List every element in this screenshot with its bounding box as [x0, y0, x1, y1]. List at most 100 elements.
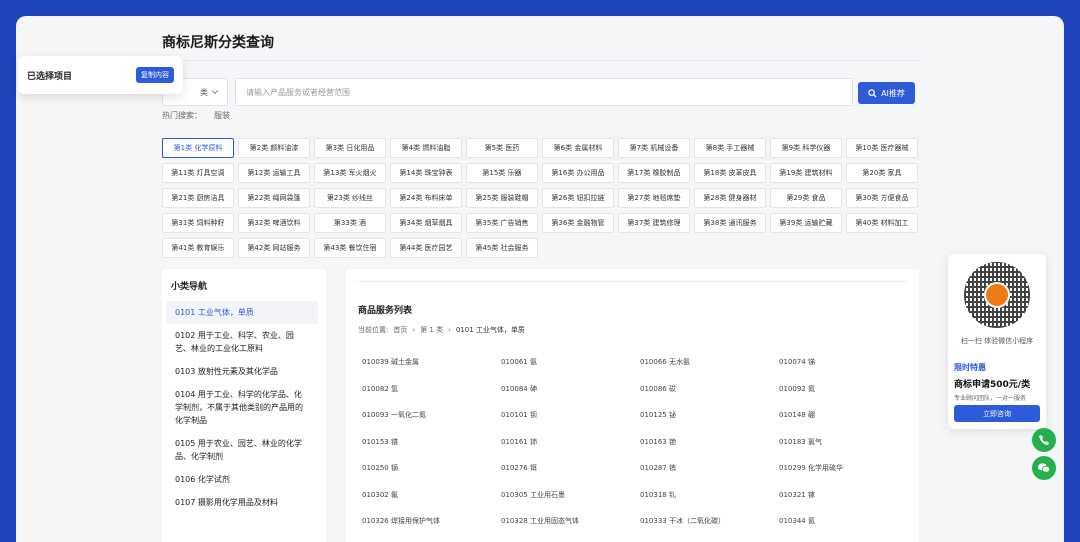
class-button[interactable]: 第6类 金属材料	[542, 138, 614, 158]
class-button[interactable]: 第15类 乐器	[466, 163, 538, 183]
class-button[interactable]: 第33类 酒	[314, 213, 386, 233]
hot-search-term[interactable]: 服装	[214, 110, 230, 121]
class-button[interactable]: 第40类 材料加工	[846, 213, 918, 233]
phone-button[interactable]	[1032, 428, 1056, 452]
goods-item[interactable]: 010084 砷	[501, 376, 640, 403]
class-button[interactable]: 第32类 啤酒饮料	[238, 213, 310, 233]
subclass-nav-item[interactable]: 0107 摄影用化学用品及材料	[166, 491, 318, 514]
class-button[interactable]: 第9类 科学仪器	[770, 138, 842, 158]
class-button[interactable]: 第34类 烟草烟具	[390, 213, 462, 233]
class-button[interactable]: 第29类 食品	[770, 188, 842, 208]
consult-button[interactable]: 立即咨询	[954, 405, 1040, 422]
class-button[interactable]: 第12类 运输工具	[238, 163, 310, 183]
class-button[interactable]: 第17类 橡胶制品	[618, 163, 690, 183]
class-button[interactable]: 第4类 燃料油脂	[390, 138, 462, 158]
breadcrumb-separator-icon: ›	[412, 326, 416, 334]
class-button[interactable]: 第27类 地毯席垫	[618, 188, 690, 208]
goods-item[interactable]: 010183 氯气	[779, 429, 918, 456]
class-button[interactable]: 第36类 金融物管	[542, 213, 614, 233]
class-button[interactable]: 第31类 饲料种籽	[162, 213, 234, 233]
class-button[interactable]: 第23类 纱线丝	[314, 188, 386, 208]
class-button[interactable]: 第20类 家具	[846, 163, 918, 183]
goods-item[interactable]: 010299 化学用硫华	[779, 455, 918, 482]
breadcrumb-home[interactable]: 首页	[393, 325, 407, 335]
page-title: 商标尼斯分类查询	[162, 35, 274, 51]
class-button[interactable]: 第1类 化学原料	[162, 138, 234, 158]
goods-item[interactable]: 010276 铒	[501, 455, 640, 482]
class-button[interactable]: 第22类 绳网袋篷	[238, 188, 310, 208]
class-button[interactable]: 第5类 医药	[466, 138, 538, 158]
class-button[interactable]: 第41类 教育娱乐	[162, 238, 234, 258]
class-button[interactable]: 第14类 珠宝钟表	[390, 163, 462, 183]
class-button[interactable]: 第45类 社会服务	[466, 238, 538, 258]
goods-item[interactable]: 010328 工业用固态气体	[501, 508, 640, 535]
class-button[interactable]: 第10类 医疗器械	[846, 138, 918, 158]
goods-item[interactable]: 010321 镓	[779, 482, 918, 509]
chevron-down-icon	[211, 90, 219, 95]
class-button[interactable]: 第43类 餐饮住宿	[314, 238, 386, 258]
goods-item[interactable]: 010153 镨	[362, 429, 501, 456]
search-input[interactable]: 请输入产品服务或者经营范围	[235, 78, 853, 106]
goods-item[interactable]: 010344 氦	[779, 508, 918, 535]
goods-item[interactable]: 010326 焊接用保护气体	[362, 508, 501, 535]
goods-item[interactable]: 010066 无水氨	[640, 349, 779, 376]
ai-recommend-label: AI推荐	[881, 88, 905, 98]
goods-item[interactable]: 010092 氮	[779, 376, 918, 403]
class-button[interactable]: 第16类 办公用品	[542, 163, 614, 183]
wechat-button[interactable]	[1032, 456, 1056, 480]
subclass-nav-item[interactable]: 0103 放射性元素及其化学品	[166, 360, 318, 383]
class-button[interactable]: 第37类 建筑修理	[618, 213, 690, 233]
goods-title: 商品服务列表	[358, 306, 413, 316]
class-button[interactable]: 第35类 广告销售	[466, 213, 538, 233]
class-button[interactable]: 第21类 厨房洁具	[162, 188, 234, 208]
goods-item[interactable]: 010287 铕	[640, 455, 779, 482]
class-button[interactable]: 第19类 建筑材料	[770, 163, 842, 183]
class-button[interactable]: 第26类 钮扣拉链	[542, 188, 614, 208]
goods-item[interactable]: 010305 工业用石墨	[501, 482, 640, 509]
goods-item[interactable]: 010318 钆	[640, 482, 779, 509]
subclass-nav-item[interactable]: 0105 用于农业、园艺、林业的化学品、化学制剂	[166, 432, 318, 468]
goods-item[interactable]: 010061 氨	[501, 349, 640, 376]
breadcrumb-label: 当前位置:	[358, 326, 389, 334]
class-button[interactable]: 第8类 手工器械	[694, 138, 766, 158]
goods-item[interactable]: 010125 铋	[640, 402, 779, 429]
class-button[interactable]: 第18类 皮革皮具	[694, 163, 766, 183]
hot-search-row: 热门搜索： 服装	[162, 110, 230, 121]
class-button[interactable]: 第30类 方便食品	[846, 188, 918, 208]
class-button[interactable]: 第42类 网站服务	[238, 238, 310, 258]
goods-item[interactable]: 010074 锑	[779, 349, 918, 376]
selected-items-label: 已选择项目	[27, 71, 73, 82]
breadcrumb-separator-icon: ›	[448, 326, 451, 334]
goods-item[interactable]: 010039 碱土金属	[362, 349, 501, 376]
goods-item[interactable]: 010082 氩	[362, 376, 501, 403]
goods-item[interactable]: 010101 钡	[501, 402, 640, 429]
class-button[interactable]: 第38类 通讯服务	[694, 213, 766, 233]
class-button[interactable]: 第39类 运输贮藏	[770, 213, 842, 233]
promo-title: 限时特惠	[954, 363, 986, 372]
class-button[interactable]: 第25类 服装鞋帽	[466, 188, 538, 208]
class-button[interactable]: 第7类 机械设备	[618, 138, 690, 158]
class-button[interactable]: 第44类 医疗园艺	[390, 238, 462, 258]
class-button[interactable]: 第24类 布料床单	[390, 188, 462, 208]
class-button[interactable]: 第2类 颜料油漆	[238, 138, 310, 158]
class-button[interactable]: 第11类 灯具空调	[162, 163, 234, 183]
copy-content-button[interactable]: 复制内容	[136, 67, 174, 83]
class-button[interactable]: 第28类 健身器材	[694, 188, 766, 208]
goods-item[interactable]: 010161 铈	[501, 429, 640, 456]
goods-item[interactable]: 010148 硼	[779, 402, 918, 429]
class-button[interactable]: 第3类 日化用品	[314, 138, 386, 158]
miniprogram-card: 扫一扫 体验微信小程序 限时特惠 商标申请500元/类 专业顾问团队，一对一服务…	[948, 254, 1046, 429]
goods-item[interactable]: 010163 铯	[640, 429, 779, 456]
ai-recommend-button[interactable]: AI推荐	[858, 82, 915, 104]
subclass-nav-item[interactable]: 0101 工业气体，单质	[166, 301, 318, 324]
subclass-nav-item[interactable]: 0104 用于工业、科学的化学品、化学制剂，不属于其他类别的产品用的化学制品	[166, 383, 318, 432]
subclass-nav-item[interactable]: 0102 用于工业、科学、农业、园艺、林业的工业化工原料	[166, 324, 318, 360]
goods-item[interactable]: 010333 干冰（二氧化碳）	[640, 508, 779, 535]
goods-item[interactable]: 010250 镝	[362, 455, 501, 482]
class-button[interactable]: 第13类 军火烟火	[314, 163, 386, 183]
goods-item[interactable]: 010086 砹	[640, 376, 779, 403]
goods-item[interactable]: 010093 一氧化二氮	[362, 402, 501, 429]
subclass-nav-item[interactable]: 0106 化学试剂	[166, 468, 318, 491]
goods-item[interactable]: 010302 氟	[362, 482, 501, 509]
breadcrumb-level1[interactable]: 第 1 类	[420, 325, 443, 335]
